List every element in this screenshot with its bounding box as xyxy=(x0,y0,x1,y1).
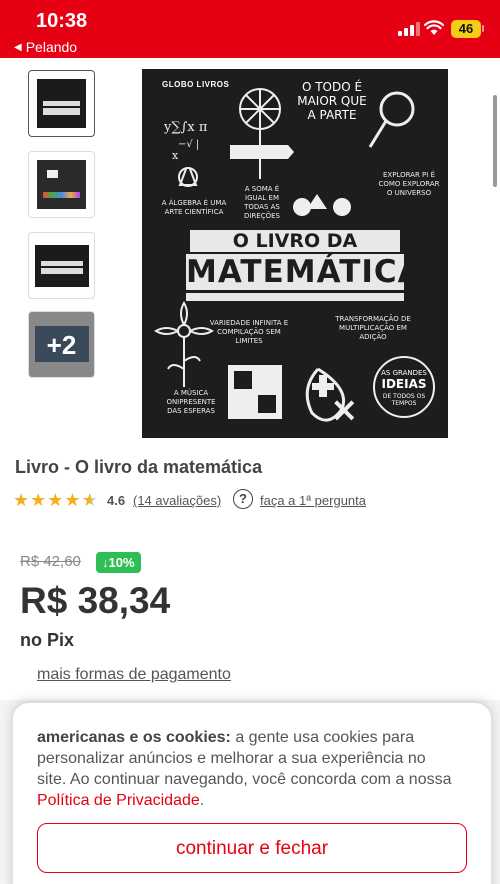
star-icon: ★ xyxy=(64,490,81,510)
star-icon: ★ xyxy=(47,490,64,510)
price-method: no Pix xyxy=(20,630,75,650)
discount-badge: ↓10% xyxy=(96,552,141,573)
accept-cookies-button[interactable]: continuar e fechar xyxy=(37,823,467,873)
thumbnail-1[interactable] xyxy=(28,70,95,137)
cover-text-explorar: EXPLORAR PI É COMO EXPLORAR O UNIVERSO xyxy=(378,171,440,198)
cover-ideias-bottom: DE TODOS OS TEMPOS xyxy=(382,393,426,407)
battery-cap xyxy=(482,25,484,32)
cover-text-variedade: VARIEDADE INFINITA E COMPILAÇÃO SEM LIMI… xyxy=(209,319,289,346)
clock: 10:38 xyxy=(36,10,88,32)
star-icon: ★ xyxy=(30,490,47,510)
cover-title-line-2: MATEMÁTICA xyxy=(186,254,423,290)
cookie-banner: americanas e os cookies: a gente usa coo… xyxy=(13,703,491,884)
rating-value: 4.6 xyxy=(107,493,126,508)
cover-text-transformacao: TRANSFORMAÇÃO DE MULTIPLICAÇÃO EM ADIÇÃO xyxy=(335,315,411,342)
cookie-title: americanas e os cookies: xyxy=(37,729,231,746)
old-price: R$ 42,60 xyxy=(20,553,81,570)
scrollbar[interactable] xyxy=(493,95,497,187)
back-app-label: Pelando xyxy=(25,39,78,55)
cookie-end: . xyxy=(199,792,205,809)
cover-ideias-main: IDEIAS xyxy=(381,377,427,391)
thumbnail-image xyxy=(37,79,86,128)
more-images-count: +2 xyxy=(46,330,77,360)
battery-icon: 46 xyxy=(451,20,481,38)
cover-ideias-top: AS GRANDES xyxy=(381,369,427,377)
cover-brand: GLOBO LIVROS xyxy=(162,80,230,89)
thumbnail-image xyxy=(35,245,89,287)
svg-text:×: × xyxy=(330,390,359,430)
product-main-image[interactable]: y∑∫x π −√ | x × GLOBO LIVROS O TODO É MA… xyxy=(142,69,448,438)
cover-title-line-1: O LIVRO DA xyxy=(232,230,358,252)
cover-text-soma: A SOMA É IGUAL EM TODAS AS DIREÇÕES xyxy=(243,185,280,221)
thumbnail-2[interactable] xyxy=(28,151,95,218)
svg-text:y∑∫x π: y∑∫x π xyxy=(163,120,208,135)
privacy-policy-link[interactable]: Política de Privacidade xyxy=(37,792,200,809)
status-bar: 10:38 ◀ Pelando 46 xyxy=(0,0,500,58)
cover-title-underline xyxy=(186,293,404,301)
star-rating[interactable]: ★ ★ ★ ★ ★ xyxy=(13,490,98,510)
thumbnail-image xyxy=(37,160,86,209)
ask-question-link[interactable]: faça a 1ª pergunta xyxy=(260,493,366,508)
cover-text-musica: A MÚSICA ONIPRESENTE DAS ESFERAS xyxy=(166,389,216,416)
cellular-signal-icon xyxy=(398,22,420,36)
product-title: Livro - O livro da matemática xyxy=(15,457,263,477)
svg-text:x: x xyxy=(172,149,179,162)
svg-text:−√ |: −√ | xyxy=(178,139,199,150)
cookie-message: americanas e os cookies: a gente usa coo… xyxy=(37,727,457,811)
more-payment-options-link[interactable]: mais formas de pagamento xyxy=(37,666,231,684)
back-to-app-link[interactable]: ◀ Pelando xyxy=(14,39,77,55)
back-triangle-icon: ◀ xyxy=(14,41,22,53)
wifi-icon xyxy=(424,20,444,35)
question-icon[interactable]: ? xyxy=(233,489,253,509)
cover-quote: O TODO É MAIOR QUE A PARTE xyxy=(297,80,367,122)
star-half-icon: ★ xyxy=(81,490,98,510)
star-icon: ★ xyxy=(13,490,30,510)
price: R$ 38,34 xyxy=(20,580,171,621)
reviews-link[interactable]: (14 avaliações) xyxy=(133,493,221,508)
thumbnail-3[interactable] xyxy=(28,232,95,299)
thumbnail-more[interactable]: +2 xyxy=(28,311,95,378)
cover-text-algebra: A ÁLGEBRA É UMA ARTE CIENTÍFICA xyxy=(161,199,227,217)
